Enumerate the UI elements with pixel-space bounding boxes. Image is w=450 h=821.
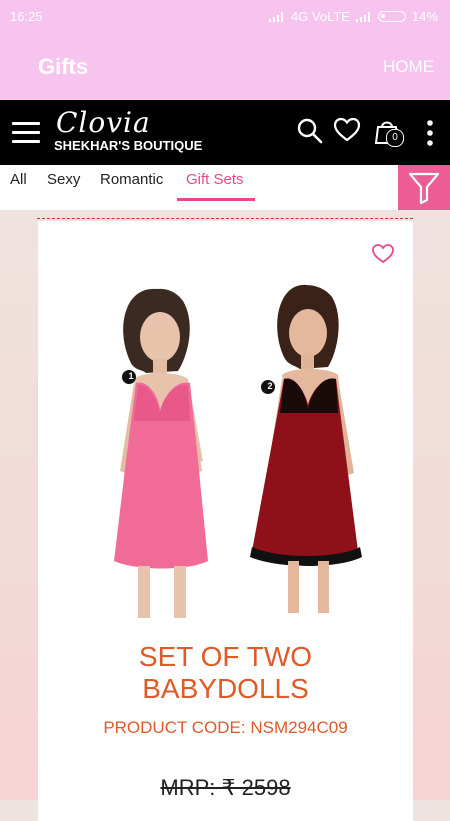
- product-image[interactable]: [38, 261, 413, 621]
- product-card[interactable]: 1 2 SET OF TWO BABYDOLLS PRODUCT CODE: N…: [38, 221, 413, 821]
- signal-icon-2: [355, 11, 372, 22]
- status-right: 4G VoLTE 14%: [268, 9, 438, 24]
- more-icon[interactable]: [424, 120, 436, 146]
- product-title-line-2: BABYDOLLS: [142, 673, 309, 704]
- product-code: PRODUCT CODE: NSM294C09: [103, 718, 348, 737]
- battery-label: 14%: [411, 9, 438, 24]
- dashed-divider: [37, 218, 413, 219]
- status-bar: 16:25 4G VoLTE 14%: [0, 0, 450, 32]
- app-bar: Gifts HOME: [0, 32, 450, 100]
- badge-2: 2: [267, 381, 273, 391]
- product-mrp: MRP: ₹ 2598: [160, 775, 291, 800]
- active-tab-indicator: [177, 198, 255, 201]
- search-icon[interactable]: [296, 117, 324, 145]
- network-label: 4G VoLTE: [290, 9, 350, 24]
- product-title[interactable]: SET OF TWO BABYDOLLS: [38, 641, 413, 705]
- heart-icon[interactable]: [333, 117, 361, 143]
- status-time: 16:25: [10, 9, 43, 24]
- category-tabs: All Sexy Romantic Gift Sets: [0, 165, 450, 210]
- brand-logo[interactable]: Clovia: [56, 106, 151, 139]
- filter-icon: [408, 172, 440, 205]
- page-title: Gifts: [38, 54, 89, 79]
- filter-button[interactable]: [398, 165, 450, 210]
- model-maroon-babydoll: [250, 284, 362, 613]
- tab-sexy[interactable]: Sexy: [47, 171, 80, 188]
- model-pink-babydoll: [114, 288, 208, 618]
- battery-icon: [377, 11, 406, 22]
- badge-1: 1: [128, 371, 134, 381]
- cart-count-badge: 0: [386, 129, 404, 147]
- tab-all[interactable]: All: [10, 171, 27, 188]
- product-title-line-1: SET OF TWO: [138, 641, 313, 672]
- store-name: SHEKHAR'S BOUTIQUE: [54, 138, 203, 153]
- signal-icon: [268, 11, 285, 22]
- tab-gift-sets[interactable]: Gift Sets: [186, 171, 244, 188]
- tab-romantic[interactable]: Romantic: [100, 171, 163, 188]
- hamburger-icon[interactable]: [12, 122, 40, 143]
- home-button[interactable]: HOME: [383, 57, 434, 77]
- store-header: Clovia SHEKHAR'S BOUTIQUE 0: [0, 100, 450, 165]
